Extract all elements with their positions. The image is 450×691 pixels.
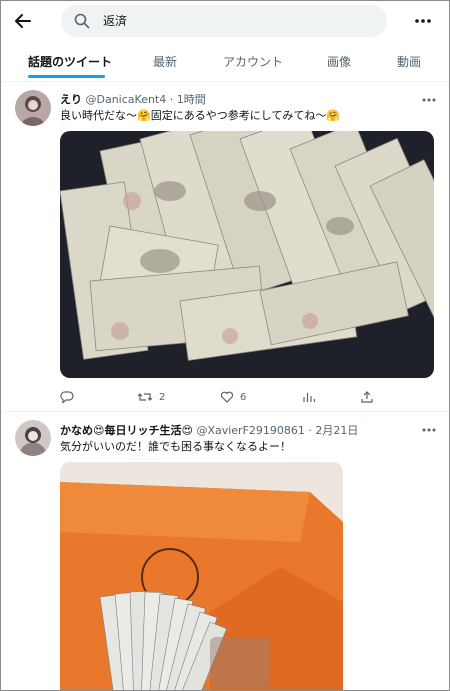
app-window: 返済 話題のツイート 最新 アカウント 画像 動画 えり @DanicaKent… <box>0 0 450 691</box>
back-arrow-icon[interactable] <box>11 9 35 33</box>
more-options-icon[interactable] <box>411 11 435 31</box>
active-tab-indicator <box>28 75 105 78</box>
search-icon <box>74 13 90 29</box>
tweet-text: 気分がいいのだ！誰でも困る事なくなるよー！ <box>60 440 291 453</box>
views-button[interactable] <box>302 388 316 406</box>
top-bar: 返済 <box>1 1 449 45</box>
search-tabs: 話題のツイート 最新 アカウント 画像 動画 <box>1 45 449 82</box>
tweet-actions: 2 6 <box>60 388 434 406</box>
tweet-more-icon[interactable] <box>419 422 439 436</box>
avatar[interactable] <box>15 420 51 456</box>
like-count: 6 <box>240 391 247 403</box>
timestamp[interactable]: · 2月21日 <box>308 424 358 437</box>
like-button[interactable]: 6 <box>220 388 246 406</box>
retweet-icon <box>137 393 153 401</box>
tweet-more-icon[interactable] <box>419 92 439 106</box>
heart-icon <box>220 391 234 403</box>
reply-icon <box>60 391 74 404</box>
search-query[interactable]: 返済 <box>103 12 127 29</box>
tab-latest[interactable]: 最新 <box>153 53 177 70</box>
search-input[interactable]: 返済 <box>61 5 387 37</box>
handle[interactable]: @DanicaKent4 <box>86 93 167 106</box>
avatar[interactable] <box>15 90 51 126</box>
display-name[interactable]: かなめ😍毎日リッチ生活😍 <box>60 424 193 437</box>
reply-button[interactable] <box>60 388 80 406</box>
retweet-count: 2 <box>159 391 166 403</box>
tab-videos[interactable]: 動画 <box>397 53 421 70</box>
tweet[interactable]: かなめ😍毎日リッチ生活😍 @XavierF29190861 · 2月21日 気分… <box>1 412 449 690</box>
tweet-text: 良い時代だな〜🤗固定にあるやつ参考にしてみてね〜🤗 <box>60 109 341 122</box>
tweet-image-banknotes[interactable] <box>60 131 434 378</box>
bar-chart-icon <box>303 393 316 402</box>
share-button[interactable] <box>360 388 374 406</box>
share-icon <box>361 391 373 403</box>
tab-accounts[interactable]: アカウント <box>223 53 283 70</box>
display-name[interactable]: えり <box>60 93 82 106</box>
handle[interactable]: @XavierF29190861 <box>196 424 304 437</box>
tweet-image-bag-and-banknotes[interactable] <box>60 462 343 690</box>
tab-images[interactable]: 画像 <box>327 53 351 70</box>
tab-top[interactable]: 話題のツイート <box>28 53 112 70</box>
timestamp[interactable]: · 1時間 <box>170 93 206 106</box>
tweet[interactable]: えり @DanicaKent4 · 1時間 良い時代だな〜🤗固定にあるやつ参考に… <box>1 82 449 412</box>
retweet-button[interactable]: 2 <box>137 388 165 406</box>
